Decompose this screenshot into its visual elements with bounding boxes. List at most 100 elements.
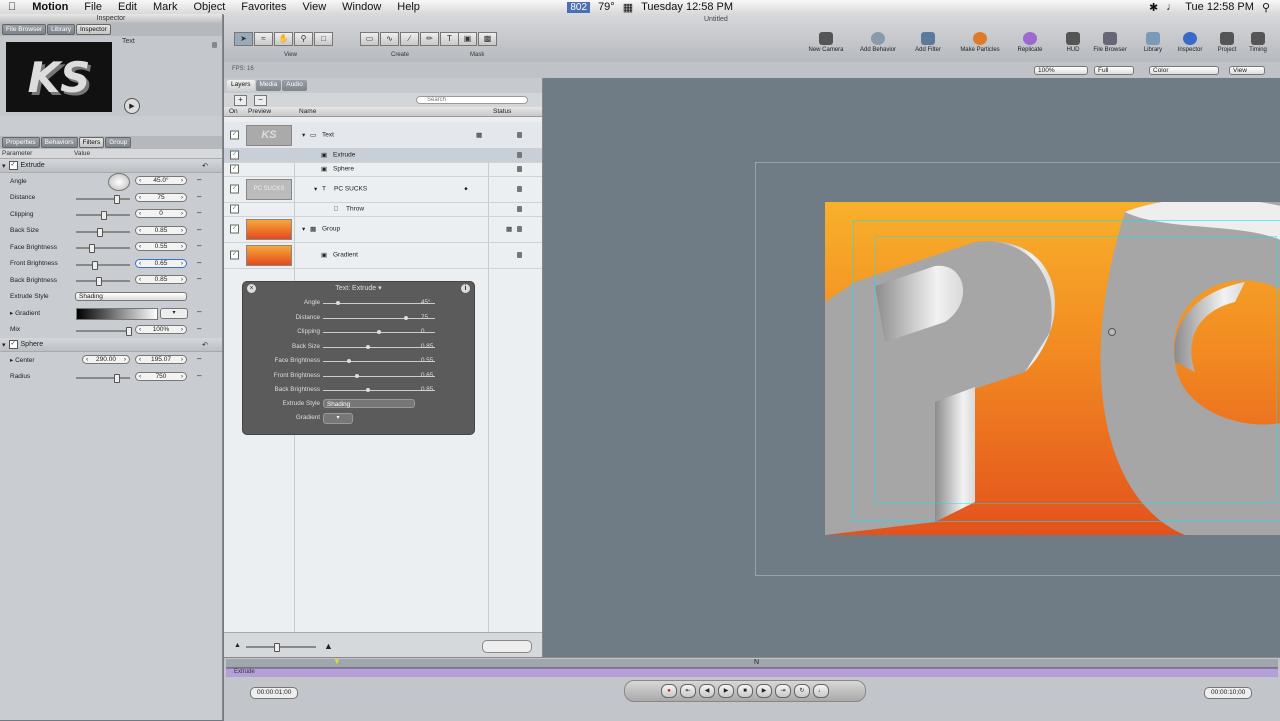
value-field-focused[interactable]: ‹ 0.65 › (135, 258, 187, 268)
slider[interactable] (76, 244, 130, 253)
keyframe-icon[interactable]: – (197, 371, 201, 380)
chevron-down-icon[interactable]: ▾ (378, 285, 382, 292)
keyframe-icon[interactable]: – (197, 307, 201, 316)
zoom-tool-icon[interactable]: ⚲ (294, 32, 313, 46)
layer-enable-checkbox[interactable]: ✓ (230, 224, 239, 234)
layer-row-pc-sucks[interactable]: ✓ PC SUCKS ▾ T PC SUCKS ● (224, 176, 542, 203)
slider-knob[interactable] (274, 643, 280, 652)
hud-gradient-popup[interactable]: ▾ (323, 413, 353, 424)
disclosure-icon[interactable]: ▾ (2, 341, 6, 349)
disclosure-icon[interactable]: ▾ (302, 131, 305, 139)
extrude-group-row[interactable]: ▾ ✓ Extrude ↶ (0, 159, 222, 173)
hud-slider-knob[interactable] (335, 301, 340, 305)
value-field[interactable]: ‹ 75 › (135, 192, 187, 202)
new-camera-button[interactable]: New Camera (804, 32, 848, 53)
bezier-tool-icon[interactable]: ∿ (380, 32, 399, 46)
info-icon[interactable]: i (461, 284, 470, 293)
layer-enable-checkbox[interactable]: ✓ (230, 130, 239, 140)
slider[interactable] (76, 211, 130, 220)
loop-button[interactable]: ↻ (794, 684, 810, 698)
hud-slider[interactable] (323, 373, 435, 378)
timing-button[interactable]: Timing (1242, 32, 1274, 53)
volume-icon[interactable]: ♩ (1166, 1, 1177, 13)
brush-tool-icon[interactable]: ∕ (400, 32, 419, 46)
hud-slider-knob[interactable] (366, 388, 371, 392)
hud-slider[interactable] (323, 330, 435, 334)
hud-slider-knob[interactable] (366, 344, 371, 349)
clock[interactable]: Tue 12:58 PM (1185, 1, 1254, 13)
keyframe-icon[interactable]: – (197, 324, 201, 333)
layer-enable-checkbox[interactable]: ✓ (230, 150, 239, 160)
value-field[interactable]: ‹ 45.0° › (135, 176, 187, 185)
go-to-start-button[interactable]: ⇤ (680, 684, 696, 698)
value-field[interactable]: ‹ 100% › (135, 324, 187, 334)
sphere-group-row[interactable]: ▾ ✓ Sphere ↶ (0, 338, 222, 352)
make-particles-button[interactable]: Make Particles (952, 32, 1008, 53)
tab-properties[interactable]: Properties (2, 137, 40, 148)
text-tool-icon[interactable]: T (440, 32, 459, 46)
lock-icon[interactable] (517, 206, 522, 212)
slider-knob[interactable] (126, 326, 132, 336)
calendar-icon[interactable]: ▦ (623, 1, 633, 14)
record-button[interactable]: ● (661, 684, 677, 698)
timeline-ruler[interactable]: ▼ N (226, 658, 1278, 668)
sphere-enable-checkbox[interactable]: ✓ (8, 340, 18, 349)
layer-enable-checkbox[interactable]: ✓ (230, 164, 239, 174)
gradient-preset-popup[interactable]: ▾ (160, 308, 188, 319)
canvas-area[interactable] (545, 78, 1280, 660)
hud-title[interactable]: Text: Extrude ▾ (243, 282, 474, 295)
replicate-button[interactable]: Replicate (1010, 32, 1050, 53)
lock-icon[interactable] (517, 152, 522, 158)
layers-search-input[interactable] (416, 96, 528, 104)
lock-icon[interactable] (517, 132, 522, 138)
value-field[interactable]: ‹ 0.85 › (135, 275, 187, 284)
extrude-enable-checkbox[interactable]: ✓ (8, 161, 18, 170)
hud-slider[interactable] (323, 315, 435, 320)
slider-knob[interactable] (114, 373, 120, 383)
menu-file[interactable]: File (76, 1, 110, 13)
remove-layer-button[interactable]: − (254, 95, 267, 106)
extrude-style-popup[interactable]: Shading (75, 291, 187, 301)
add-layer-button[interactable]: + (234, 95, 247, 106)
bezier-mask-tool-icon[interactable]: ▩ (478, 32, 497, 46)
value-field[interactable]: ‹ 0 › (135, 209, 187, 218)
resolution-popup[interactable]: Full (1094, 66, 1134, 75)
menu-favorites[interactable]: Favorites (233, 1, 294, 13)
slider-knob[interactable] (96, 277, 102, 286)
lock-icon[interactable] (517, 226, 522, 232)
rectangle-tool-icon[interactable]: ▭ (360, 32, 379, 46)
select-tool-icon[interactable]: ➤ (234, 32, 253, 46)
view-options-button[interactable] (482, 640, 532, 653)
playhead-icon[interactable]: ▼ (333, 658, 341, 666)
layer-row-throw[interactable]: ✓ □ Throw (224, 202, 542, 217)
tab-layers[interactable]: Layers (227, 80, 255, 91)
slider-knob[interactable] (89, 244, 95, 253)
library-button[interactable]: Library (1136, 32, 1170, 53)
hud-slider[interactable] (323, 301, 435, 305)
keyframe-icon[interactable]: – (197, 258, 201, 267)
keyframe-icon[interactable]: – (197, 208, 201, 217)
step-back-button[interactable]: ◀ (699, 684, 715, 698)
slider-knob[interactable] (114, 194, 120, 204)
add-filter-button[interactable]: Add Filter (908, 32, 948, 53)
tab-filters[interactable]: Filters (78, 137, 105, 148)
slider[interactable] (76, 227, 130, 237)
tab-library[interactable]: Library (47, 24, 75, 35)
reset-icon[interactable]: ↶ (202, 341, 208, 349)
project-button[interactable]: Project (1212, 32, 1242, 53)
thumb-size-slider[interactable] (246, 643, 316, 652)
layer-enable-checkbox[interactable]: ✓ (230, 250, 239, 260)
step-forward-button[interactable]: ▶ (756, 684, 772, 698)
lock-icon[interactable] (517, 166, 522, 172)
lock-icon[interactable] (517, 186, 522, 192)
keyframe-icon[interactable]: – (197, 274, 201, 283)
slider[interactable] (76, 260, 130, 270)
tab-behaviors[interactable]: Behaviors (40, 137, 78, 148)
disclosure-icon[interactable]: ▸ (10, 310, 13, 317)
keyframe-icon[interactable]: – (197, 354, 201, 363)
slider[interactable] (76, 373, 130, 383)
inspector-button[interactable]: Inspector (1170, 32, 1210, 53)
keyframe-icon[interactable]: – (197, 225, 201, 234)
layer-row-text[interactable]: ✓ KS ▾ ▭ Text ▩ (224, 122, 542, 149)
camera-tool-icon[interactable]: □ (314, 32, 333, 46)
